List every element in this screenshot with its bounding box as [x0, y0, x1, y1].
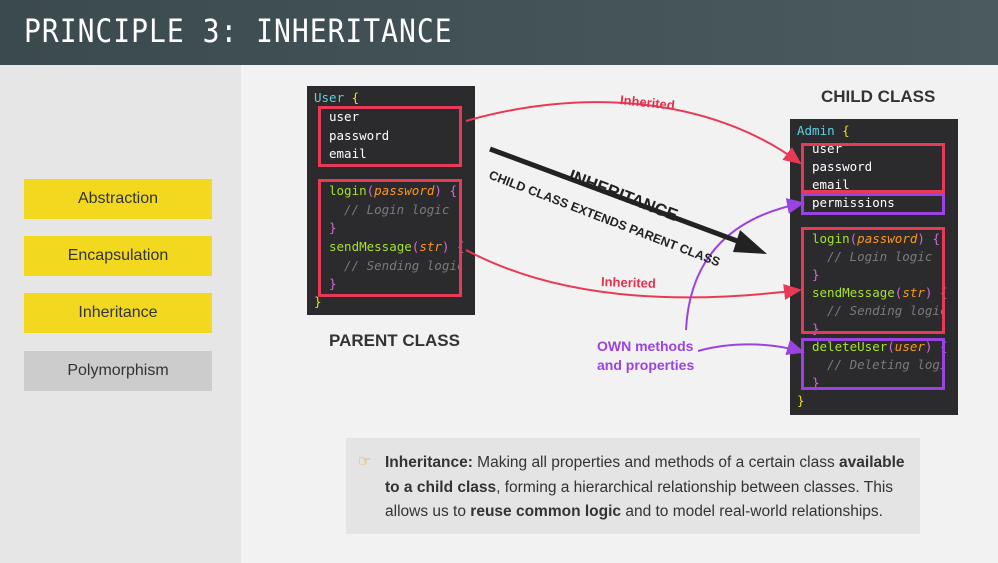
definition-note: ☞ Inheritance: Making all properties and…: [346, 438, 920, 534]
inheritance-arrow-head: [733, 230, 767, 254]
inherited-methods-arrow: [465, 249, 802, 300]
own-props-arrow: [685, 198, 805, 331]
pointing-hand-icon: ☞: [358, 452, 372, 470]
own-line1: OWN methods: [597, 338, 694, 354]
own-annotation: OWN methods and properties: [597, 337, 694, 375]
inherited-props-arrow: [465, 101, 802, 165]
definition-text: Inheritance: Making all properties and m…: [385, 451, 911, 525]
note-text-3: and to model real-world relationships.: [621, 503, 883, 520]
note-bold-2: reuse common logic: [470, 503, 622, 520]
note-text-1: Making all properties and methods of a c…: [472, 454, 840, 471]
note-term: Inheritance:: [385, 454, 473, 471]
own-methods-arrow: [697, 339, 805, 356]
inherited-label: Inherited: [600, 274, 657, 291]
own-line2: and properties: [597, 357, 695, 373]
